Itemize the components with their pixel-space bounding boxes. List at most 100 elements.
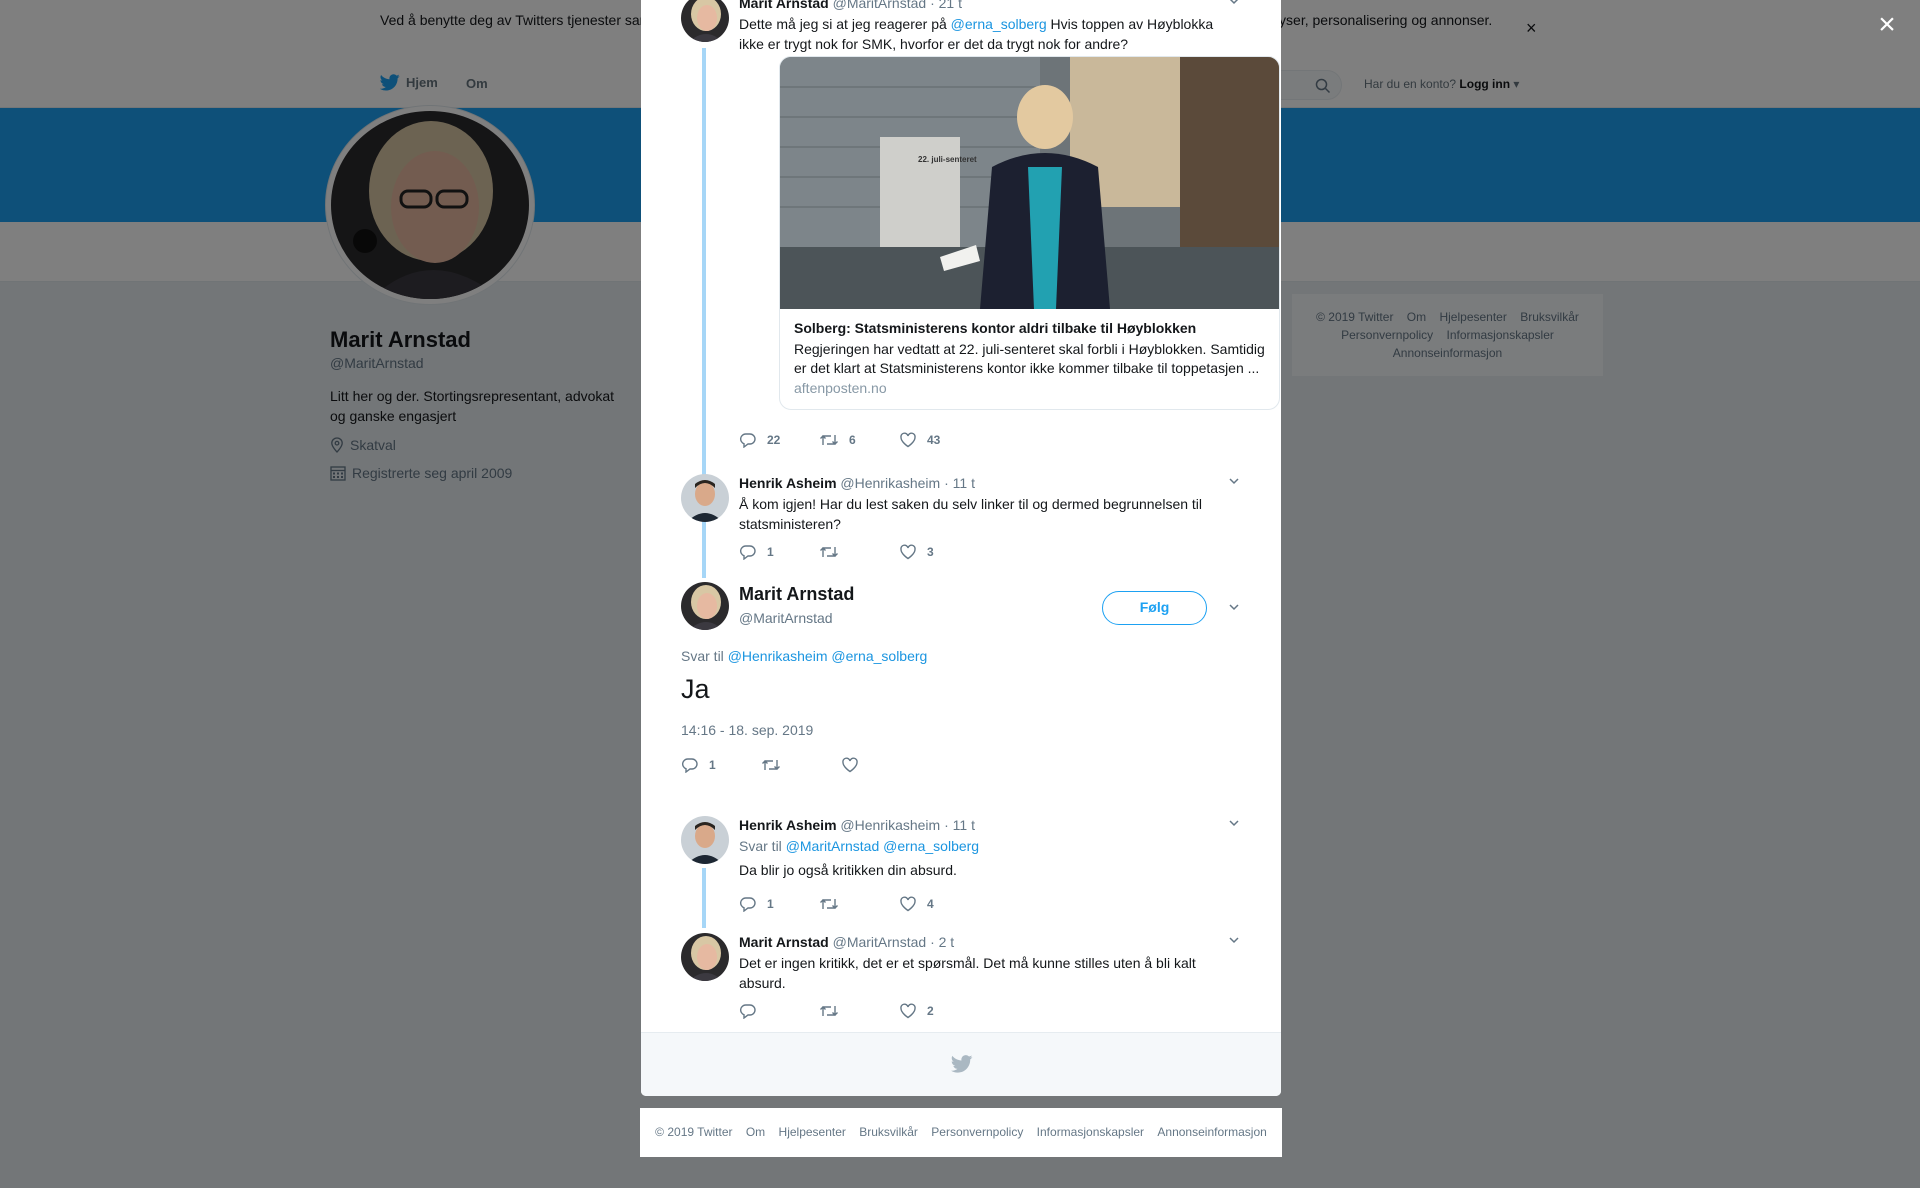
footer-copyright: © 2019 Twitter bbox=[655, 1125, 733, 1139]
retweet-icon bbox=[762, 760, 780, 770]
modal-footer: © 2019 Twitter Om Hjelpesenter Bruksvilk… bbox=[640, 1108, 1282, 1157]
reply-icon bbox=[682, 758, 698, 773]
tweet-time[interactable]: · 2 t bbox=[930, 934, 954, 950]
tweet-text: Dette må jeg si at jeg reagerer på @erna… bbox=[739, 14, 1241, 54]
tweet-text-part: Dette må jeg si at jeg reagerer på bbox=[739, 16, 951, 32]
reply-count: 22 bbox=[767, 433, 781, 447]
tweet-text: Da blir jo også kritikken din absurd. bbox=[739, 862, 957, 878]
retweet-icon bbox=[820, 899, 838, 909]
card-title[interactable]: Solberg: Statsministerens kontor aldri t… bbox=[794, 320, 1269, 336]
chevron-down-icon[interactable] bbox=[1227, 0, 1241, 8]
tweet[interactable]: Henrik Asheim @Henrikasheim · 11 t Å kom… bbox=[681, 474, 1241, 574]
like-button[interactable]: 2 bbox=[899, 1003, 979, 1019]
tweet-header: Henrik Asheim @Henrikasheim · 11 t bbox=[739, 816, 1241, 834]
mention-link[interactable]: @MaritArnstad bbox=[786, 838, 880, 854]
footer-link-privacy[interactable]: Personvernpolicy bbox=[931, 1125, 1023, 1139]
tweet[interactable]: Marit Arnstad @MaritArnstad · 21 t Dette… bbox=[681, 0, 1280, 454]
reply-prefix: Svar til bbox=[739, 838, 782, 854]
avatar[interactable] bbox=[681, 933, 729, 981]
tweet-author-handle[interactable]: @Henrikasheim bbox=[840, 817, 940, 833]
mention-link[interactable]: @erna_solberg bbox=[883, 838, 979, 854]
heart-icon bbox=[900, 432, 916, 448]
footer-link-ads[interactable]: Annonseinformasjon bbox=[1157, 1125, 1266, 1139]
reply-button[interactable]: 1 bbox=[739, 896, 819, 912]
tweet[interactable]: Henrik Asheim @Henrikasheim · 11 t Svar … bbox=[681, 816, 1241, 926]
tweet-header: Henrik Asheim @Henrikasheim · 11 t bbox=[739, 474, 1241, 492]
tweet-author-handle[interactable]: @Henrikasheim bbox=[840, 475, 940, 491]
modal-overlay[interactable]: × Marit Arnstad @MaritArnstad · 21 t Det… bbox=[0, 0, 1920, 1188]
tweet-time[interactable]: · 11 t bbox=[944, 817, 975, 833]
chevron-down-icon[interactable] bbox=[1227, 474, 1241, 488]
avatar[interactable] bbox=[681, 582, 729, 630]
card-image bbox=[780, 57, 1279, 309]
tweet-modal: Marit Arnstad @MaritArnstad · 21 t Dette… bbox=[641, 0, 1281, 1096]
link-card[interactable]: 22. juli-senteret Solberg: Statsminister… bbox=[779, 56, 1280, 410]
avatar[interactable] bbox=[681, 816, 729, 864]
retweet-button[interactable] bbox=[819, 1003, 899, 1019]
footer-link-help[interactable]: Hjelpesenter bbox=[779, 1125, 846, 1139]
retweet-icon bbox=[820, 547, 838, 557]
tweet[interactable]: Marit Arnstad @MaritArnstad · 2 t Det er… bbox=[681, 933, 1241, 1033]
like-button[interactable]: 3 bbox=[899, 544, 979, 560]
footer-link-about[interactable]: Om bbox=[746, 1125, 765, 1139]
tweet-text: Ja bbox=[681, 674, 710, 704]
chevron-down-icon[interactable] bbox=[1227, 933, 1241, 947]
reply-prefix: Svar til bbox=[681, 648, 724, 664]
close-icon[interactable]: × bbox=[1872, 10, 1902, 40]
like-button[interactable]: 4 bbox=[899, 896, 979, 912]
reply-button[interactable]: 1 bbox=[739, 544, 819, 560]
mention-link[interactable]: @Henrikasheim bbox=[728, 648, 828, 664]
tweet-actions: 1 bbox=[681, 757, 921, 773]
tweet-author-name[interactable]: Henrik Asheim bbox=[739, 475, 837, 491]
heart-icon bbox=[900, 544, 916, 560]
heart-icon bbox=[900, 1003, 916, 1019]
permalink-tweet: Marit Arnstad @MaritArnstad Følg Svar ti… bbox=[681, 582, 1241, 782]
tweet-author-name[interactable]: Marit Arnstad bbox=[739, 584, 854, 605]
card-image-caption: 22. juli-senteret bbox=[918, 155, 977, 164]
tweet-text: Å kom igjen! Har du lest saken du selv l… bbox=[739, 496, 1203, 532]
tweet-author-name[interactable]: Marit Arnstad bbox=[739, 934, 829, 950]
chevron-down-icon[interactable] bbox=[1227, 816, 1241, 830]
mention-link[interactable]: @erna_solberg bbox=[951, 16, 1047, 32]
avatar[interactable] bbox=[681, 0, 729, 42]
reply-icon bbox=[740, 1004, 756, 1019]
footer-link-cookies[interactable]: Informasjonskapsler bbox=[1037, 1125, 1144, 1139]
tweet-author-name[interactable]: Henrik Asheim bbox=[739, 817, 837, 833]
retweet-button[interactable]: 6 bbox=[819, 432, 899, 448]
like-button[interactable]: 43 bbox=[899, 432, 979, 448]
tweet-text: Det er ingen kritikk, det er et spørsmål… bbox=[739, 955, 1196, 991]
like-count: 4 bbox=[927, 897, 934, 911]
tweet-author-handle[interactable]: @MaritArnstad bbox=[833, 0, 927, 11]
tweet-actions: 1 4 bbox=[739, 896, 979, 912]
chevron-down-icon[interactable] bbox=[1227, 600, 1241, 614]
reply-button[interactable] bbox=[739, 1003, 819, 1019]
footer-link-terms[interactable]: Bruksvilkår bbox=[859, 1125, 918, 1139]
like-count: 43 bbox=[927, 433, 941, 447]
tweet-author-handle[interactable]: @MaritArnstad bbox=[739, 610, 833, 626]
like-count: 2 bbox=[927, 1004, 934, 1018]
tweet-author-handle[interactable]: @MaritArnstad bbox=[833, 934, 927, 950]
reply-icon bbox=[740, 545, 756, 560]
reply-context: Svar til @MaritArnstad @erna_solberg bbox=[739, 836, 1241, 856]
tweet-actions: 2 bbox=[739, 1003, 979, 1019]
reply-button[interactable]: 1 bbox=[681, 757, 761, 773]
avatar[interactable] bbox=[681, 474, 729, 522]
card-domain: aftenposten.no bbox=[794, 380, 887, 396]
tweet-author-name[interactable]: Marit Arnstad bbox=[739, 0, 829, 11]
mention-link[interactable]: @erna_solberg bbox=[831, 648, 927, 664]
card-description: Regjeringen har vedtatt at 22. juli-sent… bbox=[794, 341, 1265, 376]
reply-button[interactable]: 22 bbox=[739, 432, 819, 448]
like-button[interactable] bbox=[841, 757, 921, 773]
twitter-bird-icon bbox=[951, 1055, 973, 1073]
retweet-button[interactable] bbox=[761, 757, 841, 773]
follow-button[interactable]: Følg bbox=[1102, 591, 1207, 625]
tweet-timestamp[interactable]: 14:16 - 18. sep. 2019 bbox=[681, 722, 813, 738]
retweet-button[interactable] bbox=[819, 896, 899, 912]
tweet-time[interactable]: · 11 t bbox=[944, 475, 975, 491]
reply-count: 1 bbox=[767, 545, 774, 559]
retweet-button[interactable] bbox=[819, 544, 899, 560]
tweet-actions: 22 6 43 bbox=[739, 432, 979, 448]
reply-count: 1 bbox=[709, 758, 716, 772]
tweet-time[interactable]: · 21 t bbox=[930, 0, 962, 11]
retweet-icon bbox=[820, 435, 838, 445]
